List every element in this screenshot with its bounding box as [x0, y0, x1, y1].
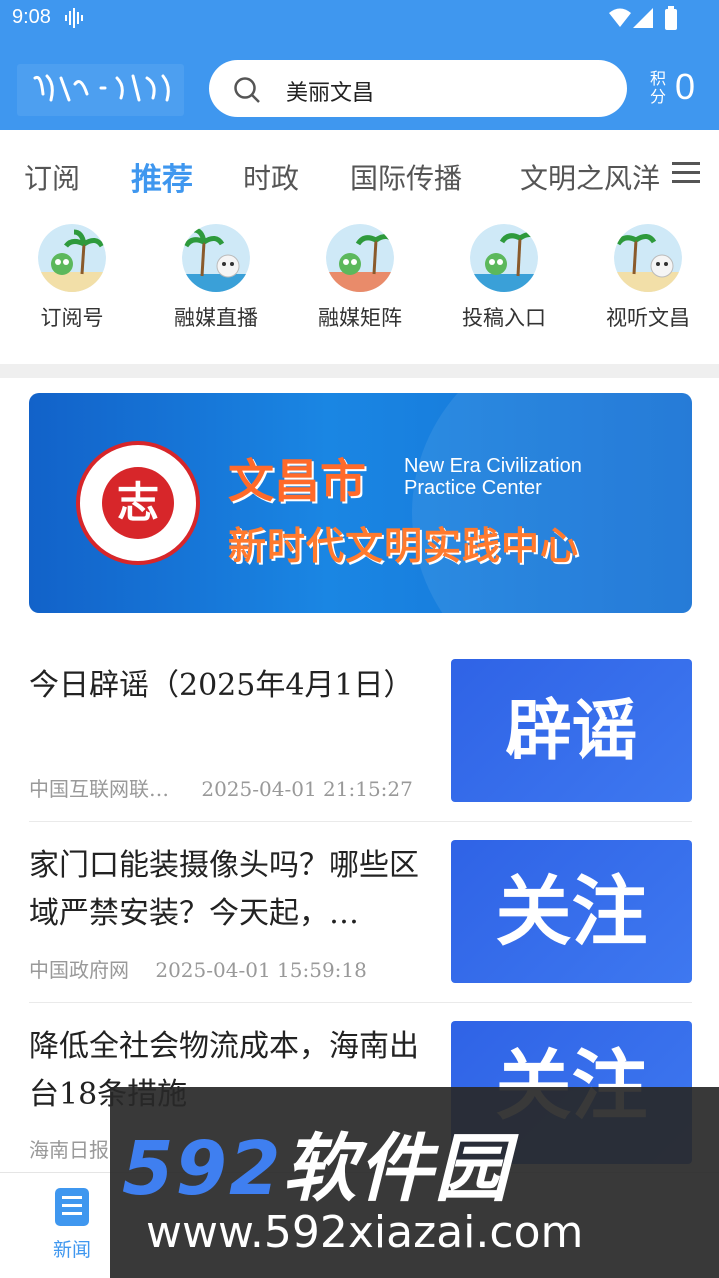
banner-english-line2: Practice Center [404, 477, 542, 499]
search-bar[interactable]: 美丽文昌 [209, 60, 627, 117]
thumbnail-text: 关注 [495, 867, 648, 956]
app-header: 9:08 美丽文昌 积分 0 [0, 0, 719, 130]
cellular-icon [633, 8, 653, 28]
news-icon [55, 1188, 89, 1226]
news-time: 2025-04-01 15:59:18 [155, 958, 367, 982]
watermark-overlay: 592软件园 www.592xiazai.com [110, 1087, 719, 1278]
wifi-icon [609, 8, 631, 27]
quick-link-label: 融媒直播 [174, 306, 258, 330]
news-meta: 中国互联网联… 2025-04-01 21:15:27 [29, 773, 413, 802]
logo-calligraphy-icon [33, 74, 170, 102]
quick-link-subscriptions[interactable]: 订阅号 [17, 224, 127, 332]
tab-subscribe[interactable]: 订阅 [24, 157, 80, 197]
quick-link-label: 投稿入口 [462, 306, 546, 330]
quick-link-label: 订阅号 [40, 306, 104, 330]
battery-icon [665, 6, 677, 30]
news-item[interactable]: 今日辟谣（2025年4月1日） [29, 662, 437, 710]
volunteer-emblem-icon: 志 [76, 441, 200, 565]
news-thumbnail[interactable]: 辟谣 [451, 659, 692, 802]
news-source: 中国政府网 [29, 958, 129, 982]
mascot-icon [470, 224, 538, 292]
tab-politics[interactable]: 时政 [243, 157, 299, 197]
watermark-url: www.592xiazai.com [146, 1207, 584, 1258]
quick-link-submit[interactable]: 投稿入口 [449, 224, 559, 332]
quick-links: 订阅号 融媒直播 融媒矩阵 投稿入口 视听文昌 [0, 210, 719, 365]
news-source: 海南日报 [29, 1138, 109, 1162]
mascot-icon [182, 224, 250, 292]
nav-news[interactable]: 新闻 [42, 1187, 102, 1262]
audio-signal-icon [65, 8, 83, 28]
tab-international[interactable]: 国际传播 [350, 157, 462, 197]
status-time: 9:08 [12, 6, 51, 28]
search-icon [234, 77, 260, 103]
list-separator [29, 1002, 692, 1003]
watermark-brand-number: 592 [122, 1126, 283, 1212]
news-meta: 中国政府网 2025-04-01 15:59:18 [29, 954, 367, 983]
quick-link-av[interactable]: 视听文昌 [593, 224, 703, 332]
quick-link-label: 融媒矩阵 [318, 306, 402, 330]
banner-english-line1: New Era Civilization [404, 455, 582, 477]
mascot-icon [38, 224, 106, 292]
quick-link-live[interactable]: 融媒直播 [161, 224, 271, 332]
emblem-char: 志 [102, 467, 174, 539]
tab-civilization[interactable]: 文明之风洋 [520, 157, 660, 197]
mascot-icon [326, 224, 394, 292]
list-separator [29, 821, 692, 822]
news-source: 中国互联网联… [29, 777, 169, 801]
promo-banner[interactable]: 志 文昌市 New Era Civilization Practice Cent… [29, 393, 692, 613]
section-divider [0, 364, 719, 378]
mascot-icon [614, 224, 682, 292]
news-meta: 海南日报 [29, 1134, 109, 1163]
category-tabs: 订阅 推荐 时政 国际传播 文明之风洋 [0, 130, 719, 210]
news-time: 2025-04-01 21:15:27 [201, 777, 413, 801]
tab-recommend[interactable]: 推荐 [131, 154, 193, 199]
points-value[interactable]: 0 [675, 66, 695, 108]
menu-icon[interactable] [672, 162, 700, 184]
watermark-brand-text: 软件园 [282, 1126, 511, 1212]
quick-link-label: 视听文昌 [606, 306, 690, 330]
news-thumbnail[interactable]: 关注 [451, 840, 692, 983]
nav-news-label: 新闻 [52, 1239, 91, 1261]
news-title: 今日辟谣（2025年4月1日） [29, 668, 414, 703]
news-title: 家门口能装摄像头吗？哪些区域严禁安装？今天起，… [29, 848, 419, 931]
watermark-brand: 592软件园 [122, 1109, 510, 1216]
news-item[interactable]: 家门口能装摄像头吗？哪些区域严禁安装？今天起，… [29, 842, 437, 938]
status-bar: 9:08 [0, 0, 719, 40]
points-label: 积分 [650, 69, 667, 106]
banner-city: 文昌市 [228, 454, 366, 508]
thumbnail-text: 辟谣 [505, 692, 638, 769]
banner-subtitle: 新时代文明实践中心 [228, 524, 580, 568]
app-logo[interactable] [17, 64, 184, 116]
quick-link-matrix[interactable]: 融媒矩阵 [305, 224, 415, 332]
search-text: 美丽文昌 [286, 81, 375, 106]
banner-decoration [412, 393, 692, 613]
